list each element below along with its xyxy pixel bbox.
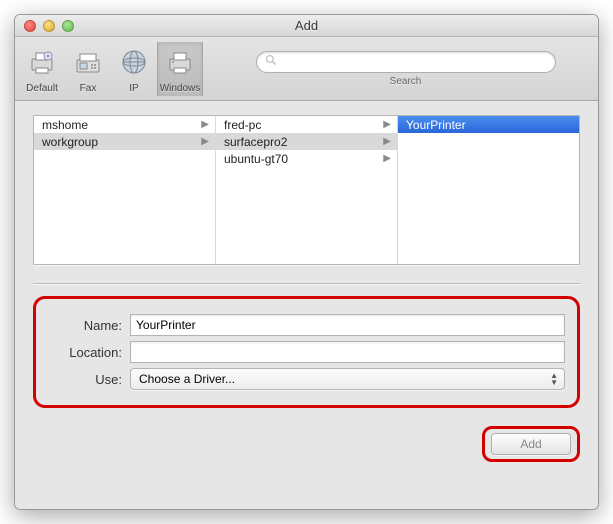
browser-column-workgroups: mshome ▶ workgroup ▶ <box>34 116 216 264</box>
list-item[interactable]: surfacepro2 ▶ <box>216 133 397 150</box>
toolbar-tab-default[interactable]: Default <box>19 42 65 96</box>
chevron-right-icon: ▶ <box>201 119 209 130</box>
form-row-name: Name: <box>48 314 565 336</box>
list-item[interactable]: mshome ▶ <box>34 116 215 133</box>
toolbar-tabs: Default Fax IP Windows <box>19 42 203 96</box>
form-row-use: Use: Choose a Driver... ▲▼ <box>48 368 565 390</box>
zoom-window-button[interactable] <box>62 20 74 32</box>
printer-windows-icon <box>164 46 196 81</box>
use-dropdown-value: Choose a Driver... <box>139 372 235 386</box>
search-wrap: Search <box>223 51 588 87</box>
use-dropdown[interactable]: Choose a Driver... ▲▼ <box>130 368 565 390</box>
list-item[interactable]: fred-pc ▶ <box>216 116 397 133</box>
location-field[interactable] <box>130 341 565 363</box>
window-controls <box>15 20 74 32</box>
toolbar-tab-label: Fax <box>80 83 97 94</box>
footer: Add <box>33 408 580 462</box>
network-browser: mshome ▶ workgroup ▶ fred-pc ▶ surfacepr… <box>33 115 580 265</box>
content-area: mshome ▶ workgroup ▶ fred-pc ▶ surfacepr… <box>15 101 598 509</box>
add-button-highlight: Add <box>482 426 580 462</box>
list-item-label: surfacepro2 <box>224 135 287 149</box>
list-item-label: YourPrinter <box>406 118 466 132</box>
printer-details-form: Name: Location: Use: Choose a Driver... … <box>33 296 580 408</box>
close-window-button[interactable] <box>24 20 36 32</box>
name-label: Name: <box>48 318 122 333</box>
titlebar: Add <box>15 15 598 37</box>
chevron-right-icon: ▶ <box>383 136 391 147</box>
list-item[interactable]: YourPrinter <box>398 116 579 133</box>
updown-caret-icon: ▲▼ <box>550 372 558 386</box>
search-field[interactable] <box>256 51 556 73</box>
search-icon <box>265 54 277 69</box>
location-label: Location: <box>48 345 122 360</box>
window-title: Add <box>15 18 598 33</box>
list-item[interactable]: workgroup ▶ <box>34 133 215 150</box>
chevron-right-icon: ▶ <box>383 119 391 130</box>
list-item-label: ubuntu-gt70 <box>224 152 288 166</box>
toolbar-tab-label: Default <box>26 83 58 94</box>
minimize-window-button[interactable] <box>43 20 55 32</box>
form-row-location: Location: <box>48 341 565 363</box>
search-label: Search <box>390 76 422 87</box>
divider <box>33 283 580 284</box>
toolbar-tab-windows[interactable]: Windows <box>157 42 203 96</box>
browser-column-printers: YourPrinter <box>398 116 579 264</box>
use-label: Use: <box>48 372 122 387</box>
globe-icon <box>118 46 150 81</box>
toolbar-tab-label: Windows <box>160 83 201 94</box>
search-input[interactable] <box>281 55 547 69</box>
list-item-label: mshome <box>42 118 88 132</box>
add-printer-window: Add Default Fax IP <box>14 14 599 510</box>
chevron-right-icon: ▶ <box>383 153 391 164</box>
fax-icon <box>72 46 104 81</box>
add-button[interactable]: Add <box>491 433 571 455</box>
list-item[interactable]: ubuntu-gt70 ▶ <box>216 150 397 167</box>
name-field[interactable] <box>130 314 565 336</box>
list-item-label: fred-pc <box>224 118 261 132</box>
browser-column-hosts: fred-pc ▶ surfacepro2 ▶ ubuntu-gt70 ▶ <box>216 116 398 264</box>
toolbar: Default Fax IP Windows <box>15 37 598 101</box>
toolbar-tab-fax[interactable]: Fax <box>65 42 111 96</box>
toolbar-tab-label: IP <box>129 83 138 94</box>
list-item-label: workgroup <box>42 135 98 149</box>
toolbar-tab-ip[interactable]: IP <box>111 42 157 96</box>
chevron-right-icon: ▶ <box>201 136 209 147</box>
printer-default-icon <box>26 46 58 81</box>
